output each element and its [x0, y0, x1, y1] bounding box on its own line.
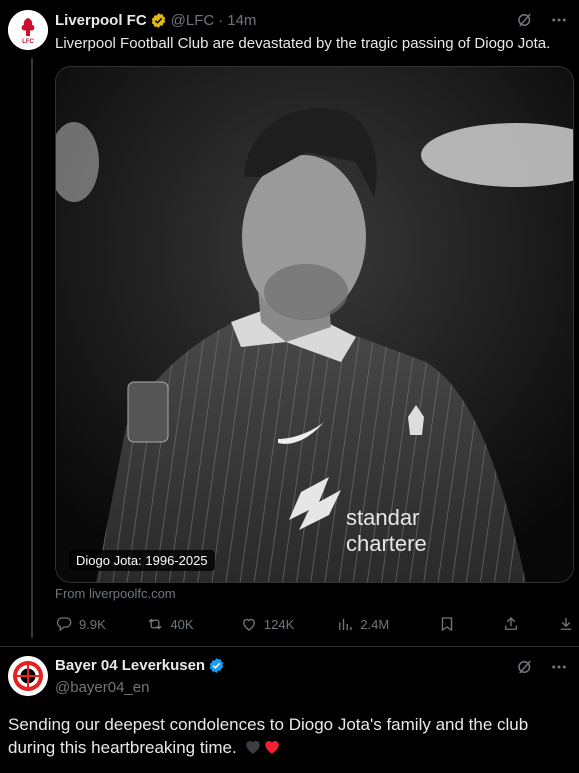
- views-button[interactable]: 2.4M: [336, 615, 437, 633]
- player-photo: standar chartere: [56, 67, 573, 582]
- media-caption: Diogo Jota: 1996-2025: [69, 550, 215, 571]
- red-heart-emoji-icon: [265, 741, 280, 754]
- author-name[interactable]: Bayer 04 Leverkusen: [55, 657, 205, 674]
- link-source[interactable]: From liverpoolfc.com: [55, 586, 176, 601]
- like-count: 124K: [263, 616, 295, 632]
- tweet1-header: Liverpool FC @LFC · 14m: [55, 10, 256, 30]
- lfc-crest-icon: LFC: [8, 10, 48, 50]
- reply-icon: [56, 617, 72, 632]
- grok-icon[interactable]: [515, 657, 535, 677]
- views-icon: [339, 618, 352, 630]
- heart-icon: [242, 618, 255, 631]
- more-options-icon[interactable]: [549, 657, 569, 677]
- svg-text:chartere: chartere: [346, 531, 427, 556]
- download-button[interactable]: [557, 615, 575, 633]
- tweet1-media-photo[interactable]: standar chartere Diogo Jota: 1996-2025: [55, 66, 574, 583]
- tweet2-header: Bayer 04 Leverkusen: [55, 657, 225, 674]
- tweet1-action-bar: 9.9K 40K 124K 2.4M: [55, 613, 575, 635]
- post-time[interactable]: 14m: [227, 12, 256, 29]
- reply-button[interactable]: 9.9K: [55, 615, 146, 633]
- repost-icon: [148, 618, 162, 630]
- tweet1-top-actions: [515, 10, 569, 30]
- author-handle[interactable]: @bayer04_en: [55, 679, 149, 696]
- tweet2-top-actions: [515, 657, 569, 677]
- thread-line: [31, 58, 33, 638]
- tweet-divider: [0, 646, 579, 647]
- bayer04-avatar[interactable]: [8, 656, 48, 696]
- svg-text:standar: standar: [346, 505, 419, 530]
- dot-separator: ·: [218, 11, 224, 29]
- bookmark-button[interactable]: [438, 615, 503, 633]
- author-handle[interactable]: @LFC: [171, 12, 215, 29]
- share-icon: [505, 617, 518, 630]
- tweet1-text: Liverpool Football Club are devastated b…: [55, 35, 551, 52]
- more-options-icon[interactable]: [549, 10, 569, 30]
- bayer04-crest-icon: [8, 656, 48, 696]
- repost-count: 40K: [170, 616, 194, 632]
- blue-verified-badge-icon: [209, 658, 224, 673]
- grok-icon[interactable]: [515, 10, 535, 30]
- author-name[interactable]: Liverpool FC: [55, 12, 147, 29]
- tweet2-text: Sending our deepest condolences to Diogo…: [8, 713, 568, 759]
- like-button[interactable]: 124K: [240, 615, 336, 633]
- gold-verified-badge-icon: [151, 12, 165, 28]
- black-heart-emoji-icon: [246, 741, 261, 754]
- share-button[interactable]: [502, 615, 557, 633]
- reply-count: 9.9K: [79, 616, 106, 632]
- lfc-avatar[interactable]: LFC: [8, 10, 48, 50]
- repost-button[interactable]: 40K: [146, 615, 239, 633]
- view-count: 2.4M: [360, 616, 390, 632]
- svg-text:LFC: LFC: [22, 39, 34, 45]
- bookmark-icon: [441, 617, 452, 632]
- download-icon: [560, 618, 572, 630]
